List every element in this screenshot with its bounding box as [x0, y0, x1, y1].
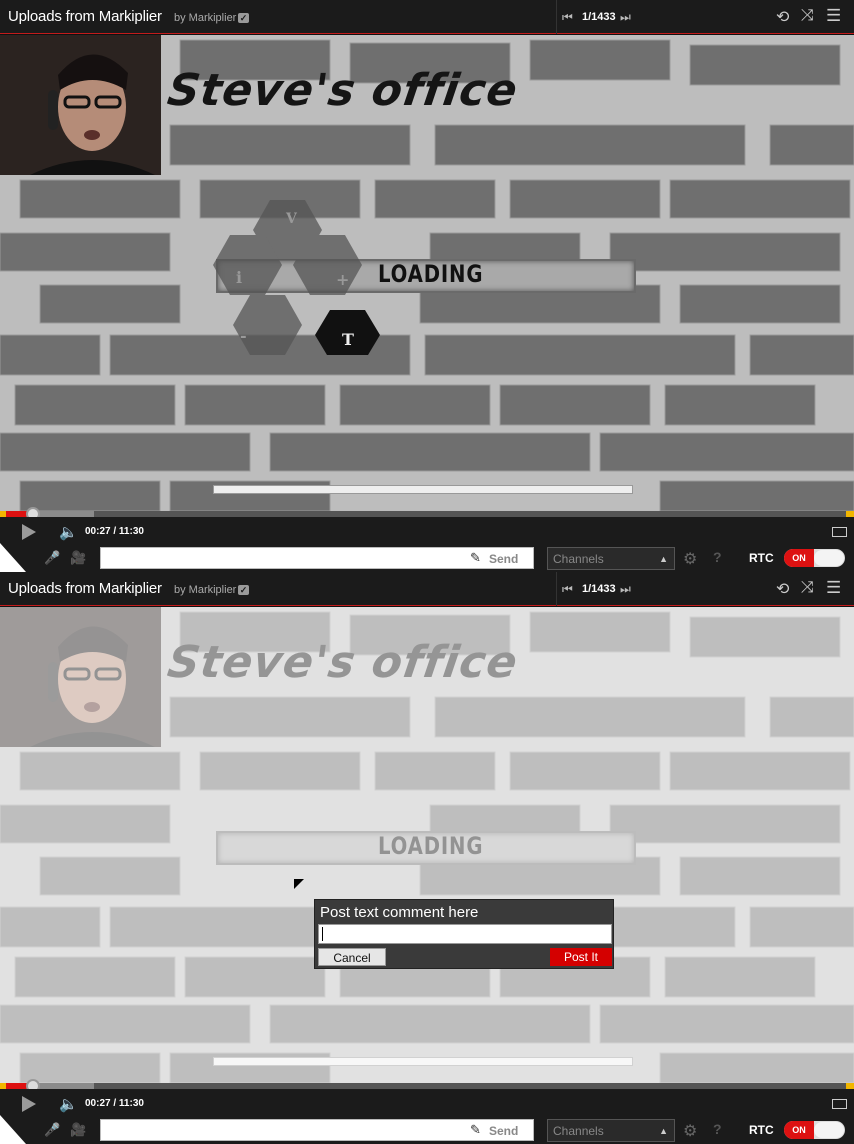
cancel-button[interactable]: Cancel	[318, 948, 386, 966]
video-frame[interactable]: Steve's office V i + - T LOADING	[0, 35, 854, 511]
comment-input[interactable]	[100, 547, 534, 569]
toggle-knob	[814, 1122, 844, 1138]
play-icon[interactable]	[22, 1096, 36, 1112]
previous-icon[interactable]: ⏮	[562, 582, 573, 597]
verified-icon: ✓	[238, 13, 249, 23]
playlist-title[interactable]: Uploads from Markiplier	[8, 8, 162, 25]
video-frame[interactable]: Steve's office LOADING Post text comment…	[0, 607, 854, 1083]
playlist-position: 1/1433	[582, 11, 616, 23]
volume-icon[interactable]: 🔈	[59, 1095, 78, 1113]
hex-logo-icon: V i + - T	[213, 200, 380, 355]
playlist-titlebar: Uploads from Markiplier by Markiplier ✓ …	[0, 0, 854, 34]
shuffle-icon[interactable]: ⤨	[801, 579, 814, 597]
loading-text: LOADING	[378, 260, 484, 288]
player-controls: 🔈 00:27 / 11:30 🎤 🎥 ✎ Send Channels ▲ ⚙ …	[0, 517, 854, 572]
svg-text:T: T	[342, 330, 354, 349]
camera-icon[interactable]: 🎥	[70, 550, 86, 566]
webcam-person-image	[0, 35, 161, 175]
comment-dialog: Post text comment here Cancel Post It	[314, 899, 614, 969]
dialog-comment-input[interactable]	[318, 924, 612, 944]
dialog-title: Post text comment here	[320, 904, 479, 921]
toggle-on-label: ON	[784, 549, 814, 567]
fullscreen-icon[interactable]	[832, 1099, 847, 1109]
time-display: 00:27 / 11:30	[85, 526, 144, 537]
playlist-icon[interactable]: ☰	[826, 6, 841, 26]
player-panel-comment-mode: Uploads from Markiplier by Markiplier ✓ …	[0, 572, 854, 1144]
playlist-icon[interactable]: ☰	[826, 578, 841, 598]
volume-icon[interactable]: 🔈	[59, 523, 78, 541]
microphone-icon[interactable]: 🎤	[44, 550, 60, 566]
corner-fold-icon	[0, 543, 26, 572]
next-icon[interactable]: ⏭	[620, 582, 631, 597]
gear-icon[interactable]: ⚙	[683, 1121, 697, 1141]
send-icon[interactable]: ✎	[470, 1122, 481, 1138]
channels-placeholder: Channels	[553, 552, 604, 566]
playlist-titlebar: Uploads from Markiplier by Markiplier ✓ …	[0, 572, 854, 606]
help-icon[interactable]: ?	[713, 1121, 722, 1137]
video-bottom-bar	[213, 485, 633, 494]
rtc-toggle[interactable]: ON	[784, 1121, 845, 1139]
corner-fold-icon	[0, 1115, 26, 1144]
send-button[interactable]: Send	[489, 1124, 518, 1138]
verified-icon: ✓	[238, 585, 249, 595]
webcam-overlay	[0, 35, 161, 175]
svg-text:V: V	[285, 211, 298, 227]
gear-icon[interactable]: ⚙	[683, 549, 697, 569]
channel-byline[interactable]: by Markiplier	[174, 584, 236, 596]
fullscreen-icon[interactable]	[832, 527, 847, 537]
send-icon[interactable]: ✎	[470, 550, 481, 566]
loop-icon[interactable]: ⟲	[776, 579, 789, 599]
channels-select[interactable]: Channels ▲	[547, 547, 675, 570]
comment-input[interactable]	[100, 1119, 534, 1141]
send-button[interactable]: Send	[489, 552, 518, 566]
channels-placeholder: Channels	[553, 1124, 604, 1138]
svg-text:-: -	[240, 326, 247, 345]
toggle-on-label: ON	[784, 1121, 814, 1139]
shuffle-icon[interactable]: ⤨	[801, 7, 814, 25]
playlist-position: 1/1433	[582, 583, 616, 595]
rtc-label: RTC	[749, 551, 774, 565]
mouse-cursor-icon	[294, 879, 304, 889]
camera-icon[interactable]: 🎥	[70, 1122, 86, 1138]
player-panel-normal: Uploads from Markiplier by Markiplier ✓ …	[0, 0, 854, 572]
help-icon[interactable]: ?	[713, 549, 722, 565]
channel-byline[interactable]: by Markiplier	[174, 12, 236, 24]
text-caret	[322, 927, 323, 941]
rtc-label: RTC	[749, 1123, 774, 1137]
chevron-up-icon: ▲	[659, 554, 668, 564]
rtc-toggle[interactable]: ON	[784, 549, 845, 567]
time-display: 00:27 / 11:30	[85, 1098, 144, 1109]
loop-icon[interactable]: ⟲	[776, 7, 789, 27]
toggle-knob	[814, 550, 844, 566]
divider	[556, 0, 557, 34]
divider	[556, 572, 557, 606]
svg-text:+: +	[336, 270, 349, 289]
chevron-up-icon: ▲	[659, 1126, 668, 1136]
next-icon[interactable]: ⏭	[620, 10, 631, 25]
player-controls: 🔈 00:27 / 11:30 🎤 🎥 ✎ Send Channels ▲ ⚙ …	[0, 1089, 854, 1144]
playlist-title[interactable]: Uploads from Markiplier	[8, 580, 162, 597]
channels-select[interactable]: Channels ▲	[547, 1119, 675, 1142]
post-it-button[interactable]: Post It	[550, 948, 612, 966]
previous-icon[interactable]: ⏮	[562, 10, 573, 25]
dim-overlay	[0, 607, 854, 1083]
svg-text:i: i	[236, 268, 242, 287]
scene-title: Steve's office	[164, 65, 522, 116]
play-icon[interactable]	[22, 524, 36, 540]
microphone-icon[interactable]: 🎤	[44, 1122, 60, 1138]
